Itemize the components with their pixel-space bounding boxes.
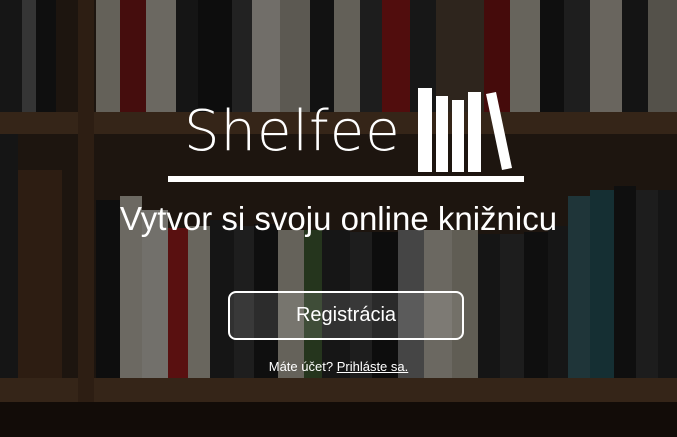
logo-text: Shelfee — [184, 99, 401, 164]
hero-content: Shelfee Vytvor si svoju online knižnicu … — [0, 0, 677, 437]
login-prompt: Máte účet? — [268, 359, 334, 374]
register-button-label: Registrácia — [295, 304, 397, 326]
tagline: Vytvor si svoju online knižnicu — [119, 200, 558, 237]
books-logo-icon — [416, 80, 526, 177]
logo: Shelfee — [168, 76, 528, 186]
login-prompt-line: Máte účet? Prihláste sa. — [0, 359, 677, 374]
hero-section: Shelfee Vytvor si svoju online knižnicu … — [0, 0, 677, 437]
register-button[interactable]: Registrácia — [228, 291, 464, 340]
login-link[interactable]: Prihláste sa. — [337, 359, 409, 374]
logo-underline — [168, 176, 524, 182]
